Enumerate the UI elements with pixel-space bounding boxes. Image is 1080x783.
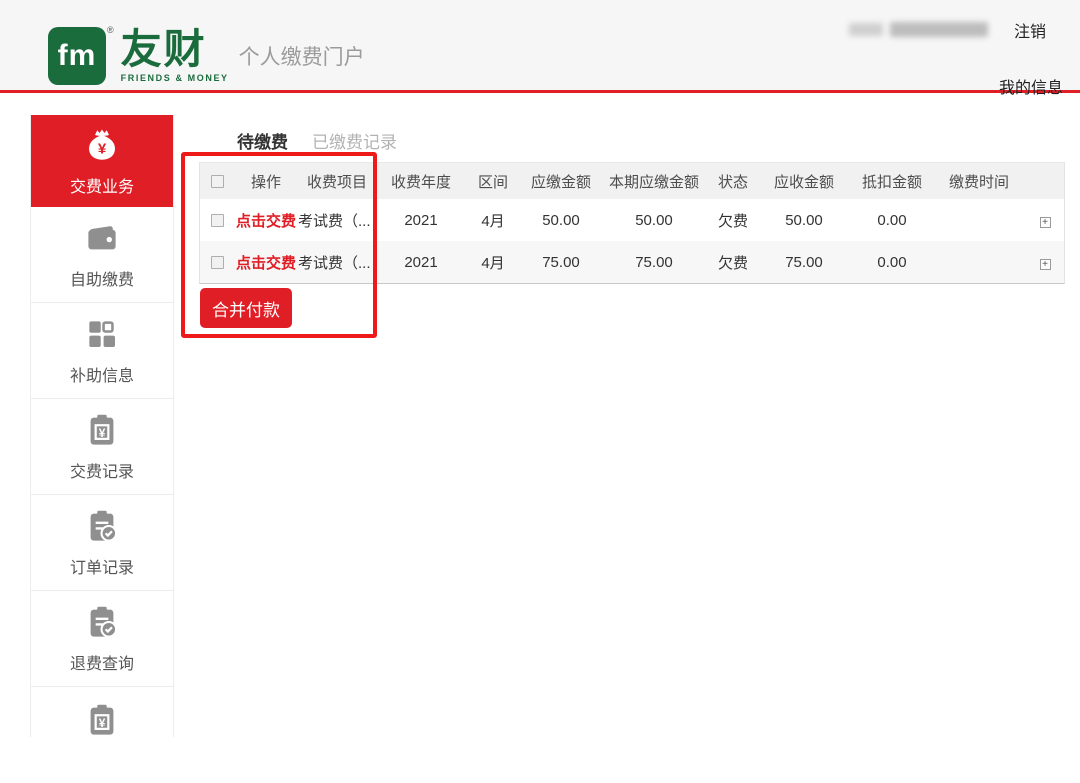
logout-link[interactable]: 注销 [1014,18,1046,42]
deduction-amount: 0.00 [848,254,936,271]
charge-period: 4月 [466,210,520,231]
my-info-link[interactable]: 我的信息 [999,74,1063,98]
col-header: 状态 [706,171,760,192]
receivable-amount: 75.00 [760,254,848,271]
app-header: fm ® 友财 FRIENDS & MONEY 个人缴费门户 注销 我的信息 [0,0,1080,93]
blurred-username [849,22,988,37]
col-header: 本期应缴金额 [602,171,706,192]
sidebar-item-subsidy-info[interactable]: 补助信息 [31,303,173,399]
select-all-checkbox[interactable] [211,175,224,188]
expand-row-icon[interactable] [1040,217,1051,228]
charge-year: 2021 [376,254,466,271]
sidebar-item-label: 交费记录 [70,458,134,482]
receivable-amount: 50.00 [760,212,848,229]
sidebar-item-self-service-payment[interactable]: 自助缴费 [31,207,173,303]
col-header: 操作 [234,171,298,192]
clipboard-yuan-icon: ¥ [83,701,121,739]
brand-logo: fm ® 友财 FRIENDS & MONEY 个人缴费门户 [48,27,365,85]
brand-name: 友财 [121,27,229,71]
pay-now-link[interactable]: 点击交费 [234,210,298,231]
brand-tagline: FRIENDS & MONEY [121,73,229,83]
sidebar-item-label: 补助信息 [70,362,134,386]
clipboard-check-icon [83,603,121,641]
sidebar-item-refund-inquiry[interactable]: 退费查询 [31,591,173,687]
merge-pay-button[interactable]: 合并付款 [200,288,292,328]
sidebar-item-label: 自助缴费 [70,266,134,290]
svg-text:¥: ¥ [98,140,107,157]
tab-pending-payments[interactable]: 待缴费 [237,128,288,153]
brand-text: 友财 FRIENDS & MONEY [121,27,229,83]
registered-trademark: ® [107,25,114,35]
charge-item: 考试费（... [298,210,376,231]
wallet-icon [83,219,121,257]
content-tabs: 待缴费 已缴费记录 [237,128,397,153]
col-header: 应缴金额 [520,171,602,192]
fm-logo-badge: fm [48,27,106,85]
charge-period: 4月 [466,252,520,273]
col-header: 收费项目 [298,171,376,192]
sidebar-item-payment-business[interactable]: ¥ 交费业务 [31,115,173,207]
col-header: 应收金额 [760,171,848,192]
status: 欠费 [706,252,760,273]
tab-paid-records[interactable]: 已缴费记录 [312,128,397,153]
sidebar-item-label: 订单记录 [70,554,134,578]
charge-item: 考试费（... [298,252,376,273]
sidebar-item-label: 交费业务 [70,173,134,197]
sidebar-item-order-records[interactable]: 订单记录 [31,495,173,591]
row-checkbox[interactable] [211,214,224,227]
money-bag-yuan-icon: ¥ [83,126,121,164]
sidebar-item-payment-records[interactable]: ¥ 交费记录 [31,399,173,495]
amount-due: 50.00 [520,212,602,229]
status: 欠费 [706,210,760,231]
table-row: 点击交费 考试费（... 2021 4月 50.00 50.00 欠费 50.0… [200,199,1064,241]
amount-due: 75.00 [520,254,602,271]
sidebar-nav: ¥ 交费业务 自助缴费 补助信息 ¥ 交费记录 [30,115,174,737]
col-header: 区间 [466,171,520,192]
svg-text:¥: ¥ [99,426,106,440]
svg-text:¥: ¥ [99,716,106,730]
col-header: 缴费时间 [936,171,1022,192]
current-amount-due: 50.00 [602,212,706,229]
table-row: 点击交费 考试费（... 2021 4月 75.00 75.00 欠费 75.0… [200,241,1064,283]
col-header: 收费年度 [376,171,466,192]
pay-now-link[interactable]: 点击交费 [234,252,298,273]
sidebar-item-partial[interactable]: ¥ [31,687,173,783]
charge-year: 2021 [376,212,466,229]
grid-squares-icon [83,315,121,353]
deduction-amount: 0.00 [848,212,936,229]
sidebar-item-label: 退费查询 [70,650,134,674]
pending-payments-table: 操作 收费项目 收费年度 区间 应缴金额 本期应缴金额 状态 应收金额 抵扣金额… [199,162,1065,284]
portal-title: 个人缴费门户 [239,41,365,71]
clipboard-check-icon [83,507,121,545]
expand-row-icon[interactable] [1040,259,1051,270]
table-header-row: 操作 收费项目 收费年度 区间 应缴金额 本期应缴金额 状态 应收金额 抵扣金额… [200,163,1064,199]
current-amount-due: 75.00 [602,254,706,271]
col-header: 抵扣金额 [848,171,936,192]
row-checkbox[interactable] [211,256,224,269]
clipboard-yuan-icon: ¥ [83,411,121,449]
